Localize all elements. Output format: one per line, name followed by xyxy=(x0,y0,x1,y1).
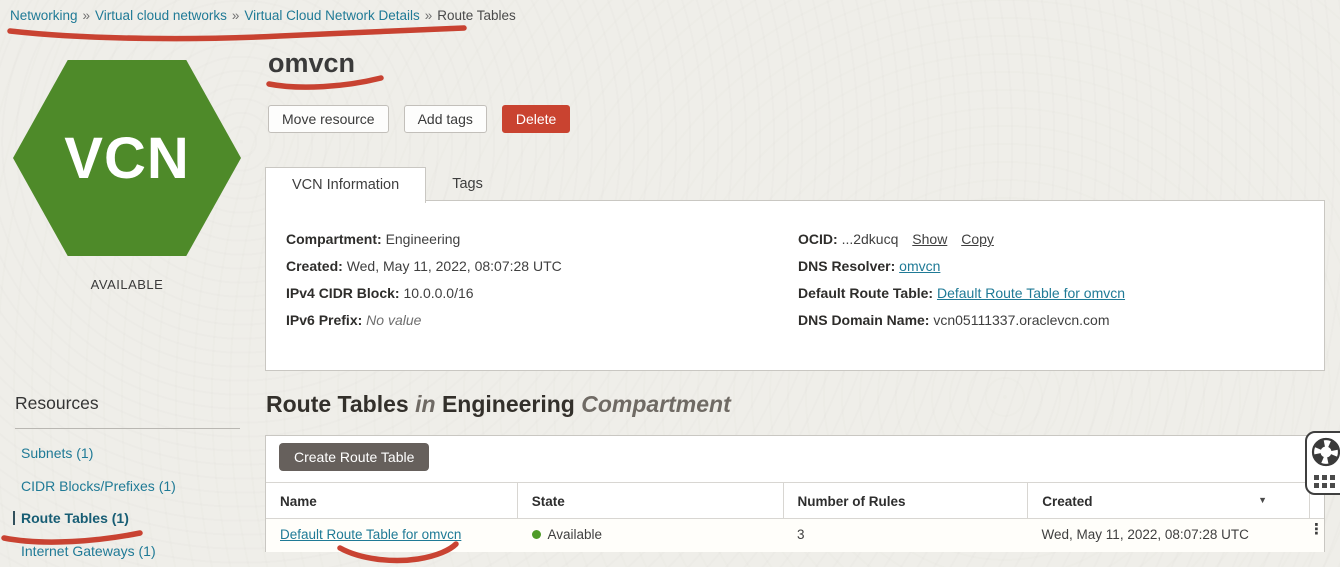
tab-vcn-information[interactable]: VCN Information xyxy=(265,167,426,203)
ipv4-cidr-value: 10.0.0.0/16 xyxy=(403,285,473,301)
row-name-cell: Default Route Table for omvcn xyxy=(266,519,518,552)
table-header-row: Name State Number of Rules Created ▼ xyxy=(266,482,1324,519)
dns-domain-value: vcn05111337.oraclevcn.com xyxy=(933,312,1109,328)
row-rules-cell: 3 xyxy=(783,519,1028,552)
resources-sidebar: Resources Subnets (1) CIDR Blocks/Prefix… xyxy=(0,393,250,567)
dns-resolver-field: DNS Resolver: omvcn xyxy=(798,258,1125,285)
heading-compartment-word: Compartment xyxy=(581,391,731,417)
breadcrumb-separator: » xyxy=(425,8,433,23)
add-tags-button[interactable]: Add tags xyxy=(404,105,487,133)
info-left-column: Compartment: Engineering Created: Wed, M… xyxy=(286,231,562,339)
breadcrumb-vcn-details[interactable]: Virtual Cloud Network Details xyxy=(244,8,419,23)
dns-domain-field: DNS Domain Name: vcn05111337.oraclevcn.c… xyxy=(798,312,1125,339)
dns-resolver-label: DNS Resolver: xyxy=(798,258,895,274)
default-route-table-link[interactable]: Default Route Table for omvcn xyxy=(937,285,1125,301)
kebab-menu-icon[interactable]: ⋮ xyxy=(1309,519,1324,534)
sidebar-item-route-tables[interactable]: Route Tables (1) xyxy=(13,511,250,525)
ocid-field: OCID: ...2dkucq Show Copy xyxy=(798,231,1125,258)
heading-in: in xyxy=(415,391,435,417)
breadcrumb-separator: » xyxy=(232,8,240,23)
ocid-copy-link[interactable]: Copy xyxy=(961,231,994,247)
breadcrumb-separator: » xyxy=(83,8,91,23)
state-value: Available xyxy=(548,527,603,542)
tab-tags[interactable]: Tags xyxy=(426,167,509,203)
column-header-name[interactable]: Name xyxy=(266,483,518,518)
heading-route-tables: Route Tables xyxy=(266,391,409,417)
row-created-cell: Wed, May 11, 2022, 08:07:28 UTC xyxy=(1028,519,1309,552)
page-title: omvcn xyxy=(268,48,355,79)
ipv4-cidr-label: IPv4 CIDR Block: xyxy=(286,285,400,301)
dns-domain-label: DNS Domain Name: xyxy=(798,312,929,328)
column-header-state[interactable]: State xyxy=(518,483,784,518)
resources-list: Subnets (1) CIDR Blocks/Prefixes (1) Rou… xyxy=(0,446,250,558)
sort-descending-icon[interactable]: ▼ xyxy=(1258,495,1267,505)
table-row: Default Route Table for omvcn Available … xyxy=(266,519,1324,552)
breadcrumb-current-route-tables: Route Tables xyxy=(437,8,516,23)
compartment-field: Compartment: Engineering xyxy=(286,231,562,258)
vcn-icon-label: VCN xyxy=(64,125,189,192)
column-header-rules[interactable]: Number of Rules xyxy=(784,483,1029,518)
column-header-created[interactable]: Created ▼ xyxy=(1028,483,1310,518)
ipv6-prefix-field: IPv6 Prefix: No value xyxy=(286,312,562,339)
row-state-cell: Available xyxy=(518,519,783,552)
floating-helper-widget[interactable] xyxy=(1305,431,1340,495)
status-badge: AVAILABLE xyxy=(13,277,241,292)
sidebar-item-internet-gateways[interactable]: Internet Gateways (1) xyxy=(0,544,250,558)
tab-bar: VCN Information Tags xyxy=(265,167,509,203)
heading-compartment-name: Engineering xyxy=(442,391,575,417)
ocid-label: OCID: xyxy=(798,231,838,247)
route-tables-card: Create Route Table Name State Number of … xyxy=(265,435,1325,552)
delete-button[interactable]: Delete xyxy=(502,105,570,133)
life-preserver-icon[interactable] xyxy=(1311,437,1340,472)
compartment-value: Engineering xyxy=(386,231,461,247)
dots-grid-icon[interactable] xyxy=(1314,475,1335,488)
ipv4-cidr-field: IPv4 CIDR Block: 10.0.0.0/16 xyxy=(286,285,562,312)
resources-title: Resources xyxy=(15,393,250,414)
vcn-hexagon-icon: VCN xyxy=(13,60,241,256)
vcn-details-page: Networking » Virtual cloud networks » Virtua… xyxy=(0,0,1340,567)
ipv6-prefix-value: No value xyxy=(366,312,421,328)
ipv6-prefix-label: IPv6 Prefix: xyxy=(286,312,362,328)
default-route-table-field: Default Route Table: Default Route Table… xyxy=(798,285,1125,312)
breadcrumb: Networking » Virtual cloud networks » Virtua… xyxy=(10,8,516,23)
route-tables-heading: Route Tables in Engineering Compartment xyxy=(266,391,731,418)
route-table-link[interactable]: Default Route Table for omvcn xyxy=(280,527,461,542)
created-value: Wed, May 11, 2022, 08:07:28 UTC xyxy=(347,258,562,274)
vcn-information-panel: Compartment: Engineering Created: Wed, M… xyxy=(265,200,1325,371)
annotation-title-underline xyxy=(269,78,381,87)
ocid-value: ...2dkucq xyxy=(842,231,899,247)
create-route-table-button[interactable]: Create Route Table xyxy=(279,443,429,471)
row-actions-cell: ⋮ xyxy=(1309,519,1324,552)
created-field: Created: Wed, May 11, 2022, 08:07:28 UTC xyxy=(286,258,562,285)
sidebar-item-cidr-blocks[interactable]: CIDR Blocks/Prefixes (1) xyxy=(0,479,250,493)
action-buttons: Move resource Add tags Delete xyxy=(268,105,570,133)
default-route-table-label: Default Route Table: xyxy=(798,285,933,301)
annotation-breadcrumb-underline xyxy=(10,28,464,39)
dns-resolver-link[interactable]: omvcn xyxy=(899,258,940,274)
breadcrumb-networking[interactable]: Networking xyxy=(10,8,78,23)
state-available-icon xyxy=(532,530,541,539)
resources-divider xyxy=(15,428,240,429)
breadcrumb-virtual-cloud-networks[interactable]: Virtual cloud networks xyxy=(95,8,227,23)
created-label: Created: xyxy=(286,258,343,274)
move-resource-button[interactable]: Move resource xyxy=(268,105,389,133)
sidebar-item-subnets[interactable]: Subnets (1) xyxy=(0,446,250,460)
ocid-show-link[interactable]: Show xyxy=(912,231,947,247)
column-header-created-label: Created xyxy=(1042,494,1092,509)
info-right-column: OCID: ...2dkucq Show Copy DNS Resolver: … xyxy=(798,231,1125,339)
compartment-label: Compartment: xyxy=(286,231,382,247)
